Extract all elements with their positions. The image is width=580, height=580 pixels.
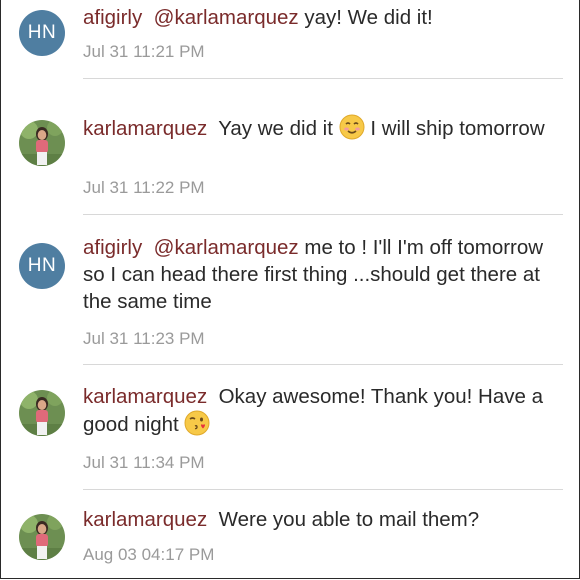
username-link[interactable]: afigirly	[83, 236, 142, 259]
divider	[83, 364, 563, 365]
comment-body: afigirly @karlamarquez yay! We did it!	[83, 4, 553, 31]
timestamp: Jul 31 11:23 PM	[83, 329, 205, 348]
avatar-photo	[19, 514, 65, 560]
avatar-photo	[19, 120, 65, 166]
comment-body: karlamarquez Okay awesome! Thank you! Ha…	[83, 383, 553, 443]
avatar-photo	[19, 390, 65, 436]
avatar[interactable]	[19, 120, 65, 166]
face-blowing-kiss-emoji	[184, 410, 210, 443]
comment-text: yay! We did it!	[304, 6, 433, 29]
divider	[83, 78, 563, 79]
timestamp: Jul 31 11:21 PM	[83, 42, 205, 61]
username-link[interactable]: karlamarquez	[83, 385, 207, 408]
smiling-face-emoji	[339, 114, 365, 147]
comment-thread: HN afigirly @karlamarquez yay! We did it…	[0, 0, 580, 579]
comment-body: karlamarquez Yay we did it I will ship t…	[83, 114, 553, 147]
avatar[interactable]	[19, 514, 65, 560]
comment-text: Yay we did it	[218, 117, 333, 140]
divider	[83, 214, 563, 215]
username-link[interactable]: karlamarquez	[83, 508, 207, 531]
comment-text: me to ! I'll I'm off tomorrow so I can h…	[83, 236, 544, 313]
comment-body: afigirly @karlamarquez me to ! I'll I'm …	[83, 234, 553, 315]
comment-body: karlamarquez Were you able to mail them?	[83, 506, 553, 533]
avatar[interactable]: HN	[19, 10, 65, 56]
timestamp: Jul 31 11:22 PM	[83, 178, 205, 197]
username-link[interactable]: karlamarquez	[83, 117, 207, 140]
divider	[83, 489, 563, 490]
comment-text: I will ship tomorrow	[370, 117, 545, 140]
username-link[interactable]: afigirly	[83, 6, 142, 29]
mention-link[interactable]: @karlamarquez	[154, 6, 299, 29]
avatar[interactable]: HN	[19, 243, 65, 289]
comment-text: Were you able to mail them?	[218, 508, 480, 531]
timestamp: Aug 03 04:17 PM	[83, 545, 215, 564]
avatar[interactable]	[19, 390, 65, 436]
mention-link[interactable]: @karlamarquez	[154, 236, 299, 259]
timestamp: Jul 31 11:34 PM	[83, 453, 205, 472]
